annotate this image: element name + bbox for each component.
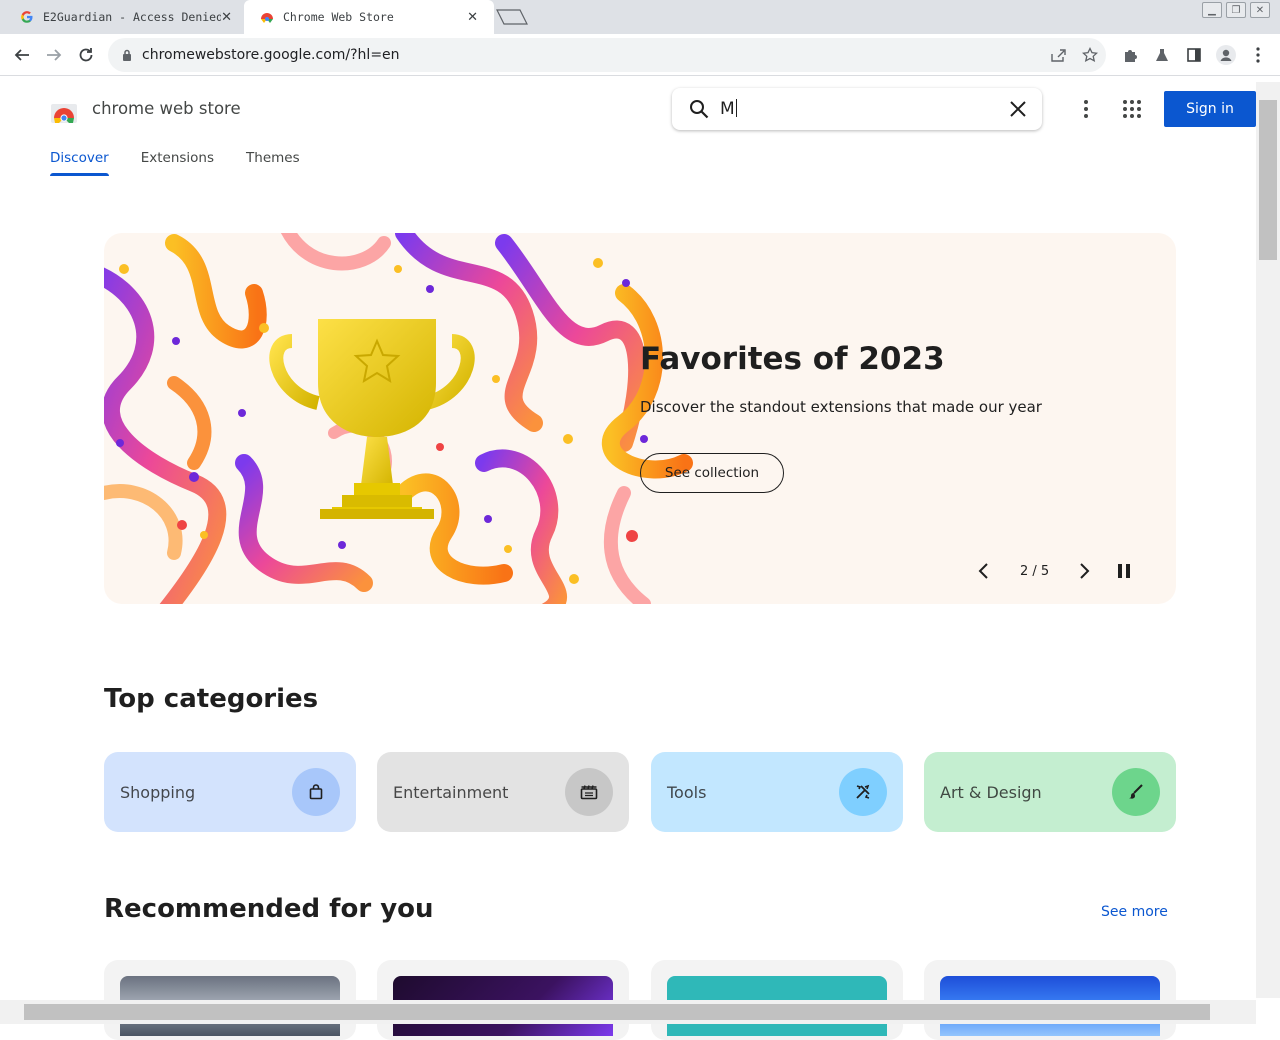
trophy-confetti-illustration [104,233,693,604]
close-tab-icon[interactable]: ✕ [467,10,478,25]
tab-e2guardian[interactable]: E2Guardian - Access Denied ✕ [8,0,244,34]
share-icon[interactable] [1047,44,1069,66]
lock-icon [123,49,131,61]
shopping-bag-icon [292,768,340,816]
pause-icon[interactable] [1116,563,1132,579]
tab-themes[interactable]: Themes [246,150,300,176]
hero-carousel: Favorites of 2023 Discover the standout … [104,233,1176,604]
address-bar[interactable]: chromewebstore.google.com/?hl=en [108,38,1106,72]
labs-flask-icon[interactable] [1151,44,1173,66]
horizontal-scrollbar[interactable] [0,1000,1256,1024]
scrollbar-thumb[interactable] [24,1004,1210,1020]
tab-discover[interactable]: Discover [50,150,109,176]
chrome-web-store-icon [260,10,274,24]
tools-icon [839,768,887,816]
hero-title: Favorites of 2023 [640,341,945,377]
tab-title: Chrome Web Store [283,10,394,24]
side-panel-icon[interactable] [1183,44,1205,66]
reload-icon[interactable] [75,44,97,66]
store-name[interactable]: chrome web store [92,99,241,118]
minimize-icon[interactable]: ▁ [1202,2,1222,18]
tab-chrome-web-store[interactable]: Chrome Web Store ✕ [244,0,494,34]
top-categories-heading: Top categories [104,684,319,714]
carousel-controls: 2 / 5 [970,559,1150,585]
back-icon[interactable] [11,44,33,66]
restore-icon[interactable]: ❐ [1226,2,1246,18]
carousel-counter: 2 / 5 [1020,564,1050,579]
search-input[interactable]: M [720,99,737,119]
category-label: Art & Design [940,782,1042,802]
close-window-icon[interactable]: ✕ [1250,2,1270,18]
google-apps-icon[interactable] [1120,97,1144,121]
brush-icon [1112,768,1160,816]
category-art-design[interactable]: Art & Design [924,752,1176,832]
chevron-right-icon[interactable] [1074,561,1094,581]
vertical-scrollbar[interactable] [1256,82,1280,998]
category-label: Entertainment [393,782,509,802]
sign-in-button[interactable]: Sign in [1164,91,1256,127]
clear-search-icon[interactable] [1008,99,1028,119]
url-text: chromewebstore.google.com/?hl=en [142,47,400,63]
browser-tab-bar: E2Guardian - Access Denied ✕ Chrome Web … [0,0,1280,34]
new-tab-icon[interactable] [496,9,528,25]
close-tab-icon[interactable]: ✕ [221,10,232,25]
category-label: Tools [667,782,707,802]
chevron-left-icon[interactable] [974,561,994,581]
google-icon [20,10,34,24]
tab-extensions[interactable]: Extensions [141,150,214,176]
category-entertainment[interactable]: Entertainment [377,752,629,832]
category-shopping[interactable]: Shopping [104,752,356,832]
clapperboard-icon [565,768,613,816]
bookmark-star-icon[interactable] [1079,44,1101,66]
profile-avatar-icon[interactable] [1215,44,1237,66]
see-more-link[interactable]: See more [1101,904,1168,920]
chrome-web-store-logo[interactable] [50,96,78,124]
tab-title: E2Guardian - Access Denied [43,10,222,24]
store-nav: Discover Extensions Themes [50,150,300,176]
category-label: Shopping [120,782,196,802]
store-search-box[interactable]: M [672,88,1042,130]
category-tools[interactable]: Tools [651,752,903,832]
browser-toolbar: chromewebstore.google.com/?hl=en [0,34,1280,76]
search-icon [690,100,709,119]
recommended-heading: Recommended for you [104,894,434,924]
see-collection-button[interactable]: See collection [640,453,784,493]
scrollbar-thumb[interactable] [1259,100,1277,260]
extensions-icon[interactable] [1119,44,1141,66]
hero-subtitle: Discover the standout extensions that ma… [640,398,1042,416]
forward-icon[interactable] [43,44,65,66]
more-options-icon[interactable] [1074,97,1098,121]
browser-menu-icon[interactable] [1247,44,1269,66]
